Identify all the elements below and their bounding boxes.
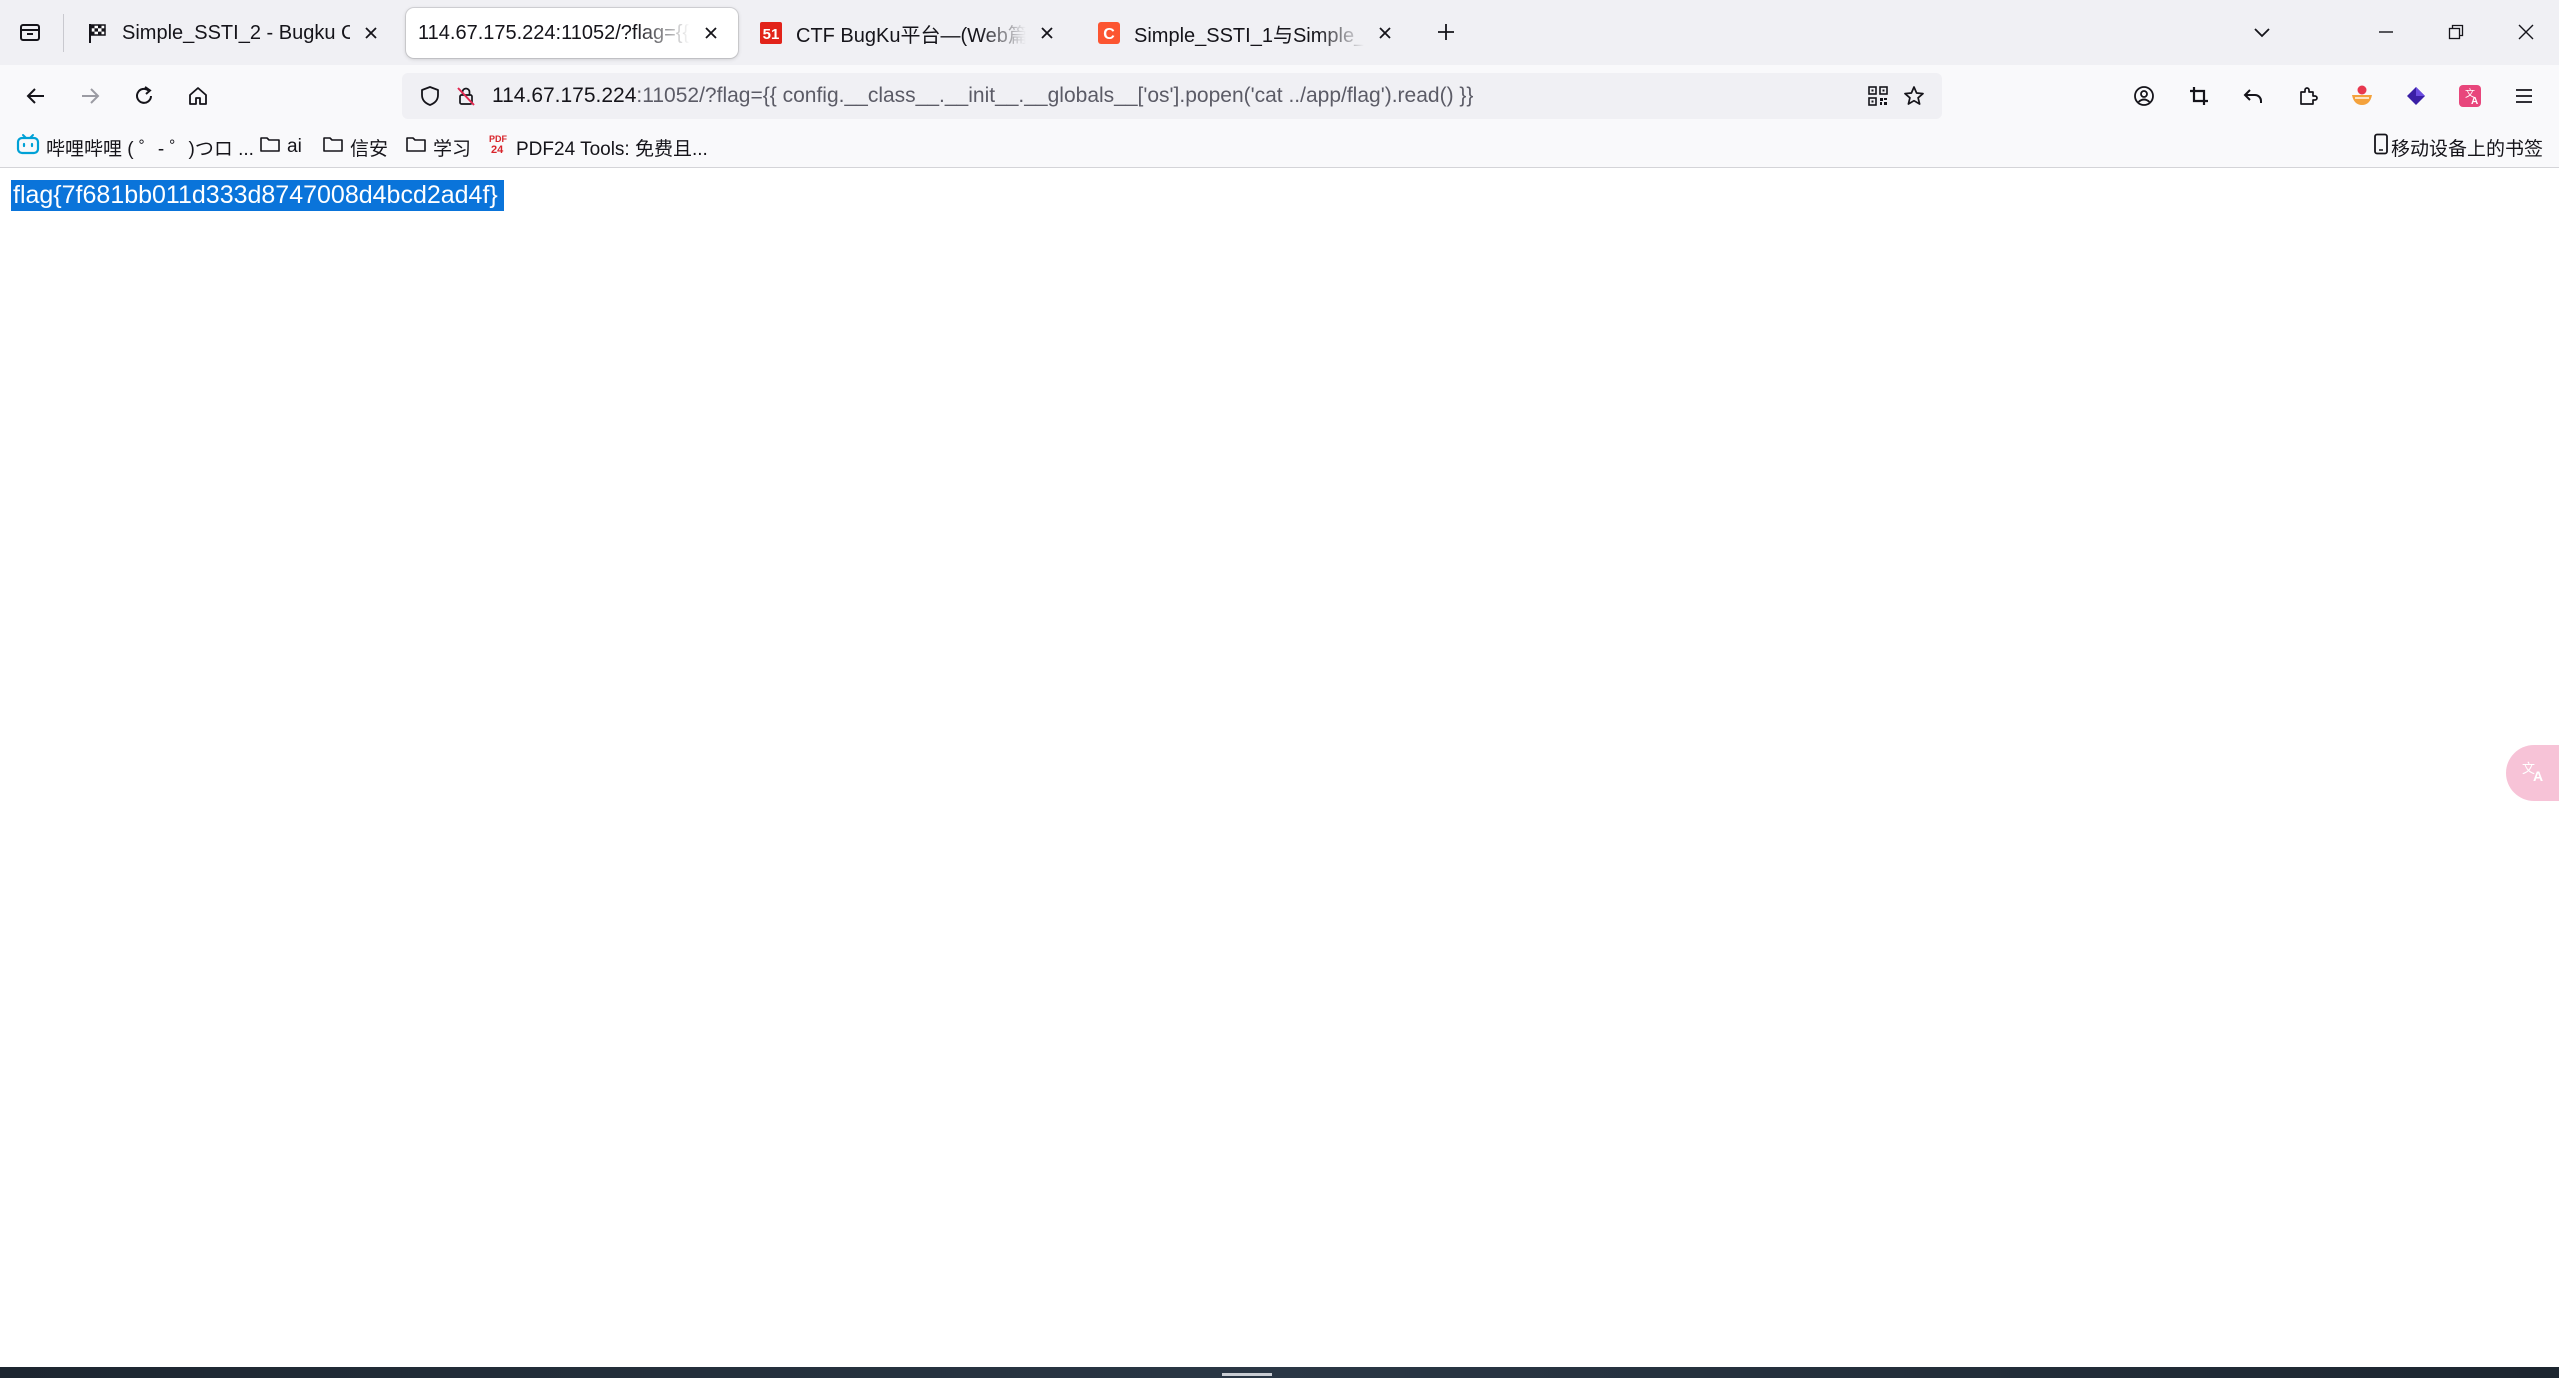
qr-code-icon[interactable] [1858, 76, 1898, 116]
firefox-view-icon[interactable] [10, 12, 50, 52]
folder-icon [322, 134, 350, 160]
svg-text:A: A [2533, 768, 2543, 784]
bookmark-pdf24[interactable]: PDF 24 PDF24 Tools: 免费且... [488, 127, 708, 167]
csdn-icon: C [1096, 20, 1122, 46]
bookmark-label: 学习 [433, 138, 472, 160]
insecure-lock-icon[interactable] [446, 76, 486, 116]
url-text[interactable]: 114.67.175.224:11052/?flag={{ config.__c… [492, 73, 1473, 119]
reload-icon[interactable] [124, 76, 164, 116]
os-taskbar-edge [0, 1367, 2559, 1378]
taskbar-indicator [1222, 1373, 1272, 1376]
bilibili-icon [16, 133, 46, 161]
tracking-protection-shield-icon[interactable] [410, 76, 450, 116]
purple-diamond-extension-icon[interactable] [2396, 76, 2436, 116]
url-bar[interactable]: 114.67.175.224:11052/?flag={{ config.__c… [402, 73, 1942, 119]
list-all-tabs-icon[interactable] [2242, 12, 2282, 52]
restore-icon[interactable] [2436, 12, 2476, 52]
bookmark-folder-xinan[interactable]: 信安 [322, 127, 388, 167]
translate-extension-icon[interactable]: 文A [2450, 76, 2490, 116]
floating-translate-button[interactable]: 文A [2506, 745, 2559, 801]
bookmark-bilibili[interactable]: 哔哩哔哩 ( ゜- ゜)つロ ... [16, 127, 254, 167]
url-path: :11052/?flag={{ config.__class__.__init_… [636, 84, 1474, 107]
tab-title: Simple_SSTI_1与Simple_SSTI [1134, 24, 1364, 47]
tab-ctf-bugku[interactable]: 51 CTF BugKu平台—(Web篇①) [744, 8, 1074, 58]
close-tab-icon[interactable] [1034, 20, 1060, 46]
flag-text-selected[interactable]: flag{7f681bb011d333d8747008d4bcd2ad4f} [11, 180, 504, 211]
close-window-icon[interactable] [2506, 12, 2546, 52]
51cto-icon: 51 [758, 20, 784, 46]
bookmarks-toolbar: 哔哩哔哩 ( ゜- ゜)つロ ... ai 信安 学习 PDF 24 PDF24 … [0, 127, 2559, 168]
bookmark-label: 哔哩哔哩 ( ゜- ゜)つロ ... [46, 138, 254, 160]
extensions-icon[interactable] [2288, 76, 2328, 116]
mobile-bookmarks[interactable]: 移动设备上的书签 [2373, 127, 2543, 167]
pdf24-icon: PDF 24 [488, 132, 516, 162]
close-tab-icon[interactable] [358, 20, 384, 46]
tab-flag-query[interactable]: 114.67.175.224:11052/?flag={{% [406, 8, 738, 58]
bowl-extension-icon[interactable] [2342, 76, 2382, 116]
tab-divider [63, 14, 64, 52]
folder-icon [259, 134, 287, 160]
close-tab-icon[interactable] [698, 20, 724, 46]
tab-title: Simple_SSTI_2 - Bugku CTF [122, 21, 350, 44]
mobile-bookmarks-label: 移动设备上的书签 [2391, 138, 2544, 160]
svg-text:PDF: PDF [489, 134, 508, 144]
svg-text:51: 51 [763, 26, 780, 43]
folder-icon [405, 134, 433, 160]
crop-screenshot-icon[interactable] [2179, 76, 2219, 116]
new-tab-icon[interactable] [1426, 12, 1466, 52]
svg-text:24: 24 [491, 144, 504, 156]
bookmark-folder-ai[interactable]: ai [259, 127, 302, 167]
close-tab-icon[interactable] [1372, 20, 1398, 46]
home-icon[interactable] [178, 76, 218, 116]
tab-simple-ssti-2[interactable]: Simple_SSTI_2 - Bugku CTF [70, 8, 398, 58]
bookmark-label: PDF24 Tools: 免费且... [516, 138, 708, 160]
back-icon[interactable] [16, 76, 56, 116]
forward-icon[interactable] [70, 76, 110, 116]
undo-arrow-icon[interactable] [2233, 76, 2273, 116]
tab-simple-ssti-csdn[interactable]: C Simple_SSTI_1与Simple_SSTI [1082, 8, 1412, 58]
tab-title: 114.67.175.224:11052/?flag={{% [418, 21, 690, 44]
tab-strip: Simple_SSTI_2 - Bugku CTF 114.67.175.224… [0, 0, 2559, 65]
svg-text:A: A [2471, 96, 2478, 107]
flag-icon [84, 20, 110, 46]
tab-title: CTF BugKu平台—(Web篇①) [796, 24, 1026, 47]
url-host: 114.67.175.224 [492, 84, 637, 107]
translate-icon: 文A [2519, 756, 2549, 791]
bookmark-star-icon[interactable] [1894, 76, 1934, 116]
account-icon[interactable] [2124, 76, 2164, 116]
bookmark-label: 信安 [350, 138, 389, 160]
minimize-icon[interactable] [2366, 12, 2406, 52]
bookmark-label: ai [287, 136, 302, 157]
svg-text:C: C [1103, 26, 1115, 43]
menu-hamburger-icon[interactable] [2504, 76, 2544, 116]
bookmark-folder-xuexi[interactable]: 学习 [405, 127, 471, 167]
